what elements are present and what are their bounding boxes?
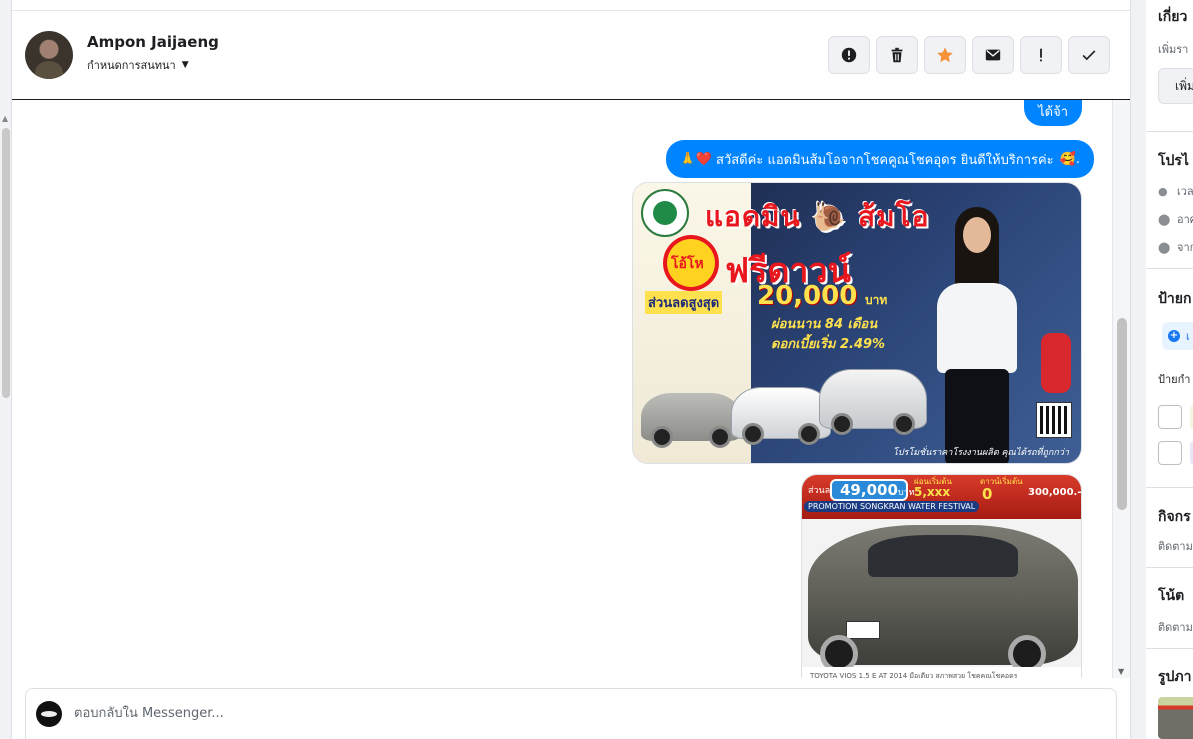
delete-button[interactable]	[876, 36, 918, 74]
done-button[interactable]	[1068, 36, 1110, 74]
car-sedan-graphic	[641, 393, 741, 448]
chat-scrollbar-thumb[interactable]	[1117, 318, 1127, 510]
label-checkbox[interactable]	[1158, 441, 1182, 465]
left-scrollbar[interactable]: ▲	[0, 0, 12, 739]
activity-subtitle: ติดตาม	[1158, 540, 1193, 553]
reply-input[interactable]	[74, 701, 974, 725]
photos-title: รูปภา	[1158, 669, 1192, 685]
promo2-baht: บาท	[898, 488, 915, 498]
car-sedan-photo	[808, 525, 1078, 673]
follow-up-button[interactable]	[1020, 36, 1062, 74]
message-list[interactable]: ได้จ้า 🙏❤️ สวัสดีค่ะ แอดมินส้มโอจากโชคคู…	[12, 100, 1112, 678]
spam-button[interactable]	[828, 36, 870, 74]
promo2-installment: 5,xxx	[914, 485, 951, 499]
message-text: ได้จ้า	[1038, 104, 1068, 120]
promo2-down: 0	[982, 485, 993, 503]
notes-subtitle: ติดตาม	[1158, 621, 1193, 634]
promo1-title: แอดมิน 🐌 ส้มโอ	[705, 200, 930, 233]
profile-row-lives: ⬤ อาศ	[1158, 210, 1193, 228]
car-truck-graphic	[819, 369, 927, 435]
star-icon	[937, 47, 953, 63]
promo2-price: 300,000.-	[1028, 487, 1082, 498]
add-info-label: เพิ่ม	[1175, 78, 1193, 93]
alert-circle-icon	[841, 47, 857, 63]
promo1-amount: 20,000	[757, 281, 858, 311]
add-info-button[interactable]: เพิ่ม	[1158, 68, 1193, 104]
about-subtitle: เพิ่มรา	[1158, 43, 1189, 56]
labels-subtitle: ป้ายกำ	[1158, 373, 1191, 386]
profile-title: โปรไ	[1158, 153, 1189, 169]
profile-row-from: ⬤ จาก	[1158, 238, 1193, 256]
left-scrollbar-thumb[interactable]	[2, 128, 10, 398]
mark-unread-button[interactable]	[972, 36, 1014, 74]
assign-conversation-dropdown[interactable]: กำหนดการสนทนา ▼	[87, 56, 189, 74]
activity-title: กิจกร	[1158, 509, 1191, 525]
scroll-up-arrow-icon[interactable]: ▲	[2, 114, 8, 123]
section-divider	[1146, 268, 1193, 269]
add-label-button[interactable]: + เ	[1162, 322, 1193, 350]
promo-image-2[interactable]: ส่วนลด 49,000 บาท ผ่อนเริ่มต้น 5,xxx ดาว…	[801, 474, 1082, 678]
star-button[interactable]	[924, 36, 966, 74]
labels-title: ป้ายก	[1158, 291, 1192, 307]
section-divider	[1146, 567, 1193, 568]
promo1-burst-text: โอ้โห	[671, 256, 704, 272]
assign-conversation-label: กำหนดการสนทนา	[87, 59, 176, 72]
profile-row-text: จาก	[1177, 241, 1193, 254]
envelope-icon	[985, 49, 1001, 61]
check-icon	[1082, 50, 1096, 61]
page-avatar	[36, 701, 62, 727]
profile-row-text: เวล	[1177, 185, 1193, 198]
promo2-discount: 49,000	[830, 479, 908, 501]
promo1-discount-label: ส่วนลดสูงสุด	[645, 291, 723, 314]
presenter-photo	[923, 203, 1033, 463]
contact-avatar[interactable]	[25, 31, 73, 79]
promo1-baht: บาท	[865, 293, 888, 307]
label-checkbox[interactable]	[1158, 405, 1182, 429]
reply-composer	[25, 688, 1117, 739]
section-divider	[1146, 131, 1193, 132]
promo-image-1[interactable]: แอดมิน 🐌 ส้มโอ โอ้โห ฟรีดาวน์ ส่วนลดสูงส…	[632, 182, 1082, 464]
message-bubble-ok[interactable]: ได้จ้า	[1024, 100, 1082, 126]
conversation-toolbar	[828, 36, 1110, 74]
message-bubble-greeting[interactable]: 🙏❤️ สวัสดีค่ะ แอดมินส้มโอจากโชคคูณโชคอุด…	[665, 140, 1094, 178]
notes-title: โน้ต	[1158, 588, 1185, 604]
conversation-header: Ampon Jaijaeng กำหนดการสนทนา ▼	[12, 11, 1130, 100]
promo1-footer: โปรโมชั่นราคาโรงงานผลิต คุณได้รถที่ถูกกว…	[893, 448, 1069, 458]
add-label-text: เ	[1186, 330, 1190, 343]
promo1-installment: ผ่อนนาน 84 เดือน	[771, 317, 878, 332]
details-panel: เกี่ยว เพิ่มรา เพิ่ม โปรไ ● เวล ⬤ อาศ ⬤ จาก…	[1130, 0, 1193, 739]
car-seat-graphic	[1041, 333, 1071, 393]
location-pin-icon: ⬤	[1158, 212, 1171, 226]
about-title: เกี่ยว	[1158, 9, 1188, 25]
location-pin-icon: ⬤	[1158, 240, 1171, 254]
dealer-logo-icon	[641, 189, 689, 237]
promo2-badge: PROMOTION SONGKRAN WATER FESTIVAL	[804, 501, 980, 512]
photo-thumbnail[interactable]	[1158, 697, 1193, 739]
plus-icon: +	[1168, 330, 1180, 342]
qr-code-icon	[1036, 402, 1072, 438]
profile-row-time: ● เวล	[1158, 182, 1193, 200]
trash-icon	[891, 47, 903, 63]
details-panel-content: เกี่ยว เพิ่มรา เพิ่ม โปรไ ● เวล ⬤ อาศ ⬤ จาก…	[1146, 0, 1193, 739]
car-pickup-graphic	[731, 387, 831, 445]
smile-emoji: 🥰.	[1059, 151, 1080, 167]
promo1-rate: ดอกเบี้ยเริ่ม 2.49%	[771, 337, 886, 352]
pray-heart-emoji: 🙏❤️	[679, 151, 713, 167]
scroll-down-arrow-icon[interactable]: ▼	[1118, 667, 1124, 676]
message-text: สวัสดีค่ะ แอดมินส้มโอจากโชคคูณโชคอุดร ยิ…	[716, 152, 1054, 168]
profile-row-text: อาศ	[1177, 213, 1193, 226]
contact-name[interactable]: Ampon Jaijaeng	[87, 33, 219, 51]
section-divider	[1146, 648, 1193, 649]
section-divider	[1146, 487, 1193, 488]
promo1-burst: โอ้โห	[667, 239, 715, 287]
promo2-footer: TOYOTA VIOS 1.5 E AT 2014 มือเดียว สภาพส…	[802, 667, 1081, 678]
page: ▲ Ampon Jaijaeng กำหนดการสนทนา ▼ ได้จ้า …	[0, 0, 1193, 739]
exclamation-icon	[1040, 48, 1042, 62]
chat-scrollbar[interactable]: ▼	[1112, 100, 1130, 678]
chat-pane: Ampon Jaijaeng กำหนดการสนทนา ▼ ได้จ้า 🙏❤…	[12, 0, 1130, 739]
caret-down-icon: ▼	[181, 60, 189, 70]
clock-icon: ●	[1158, 184, 1168, 198]
